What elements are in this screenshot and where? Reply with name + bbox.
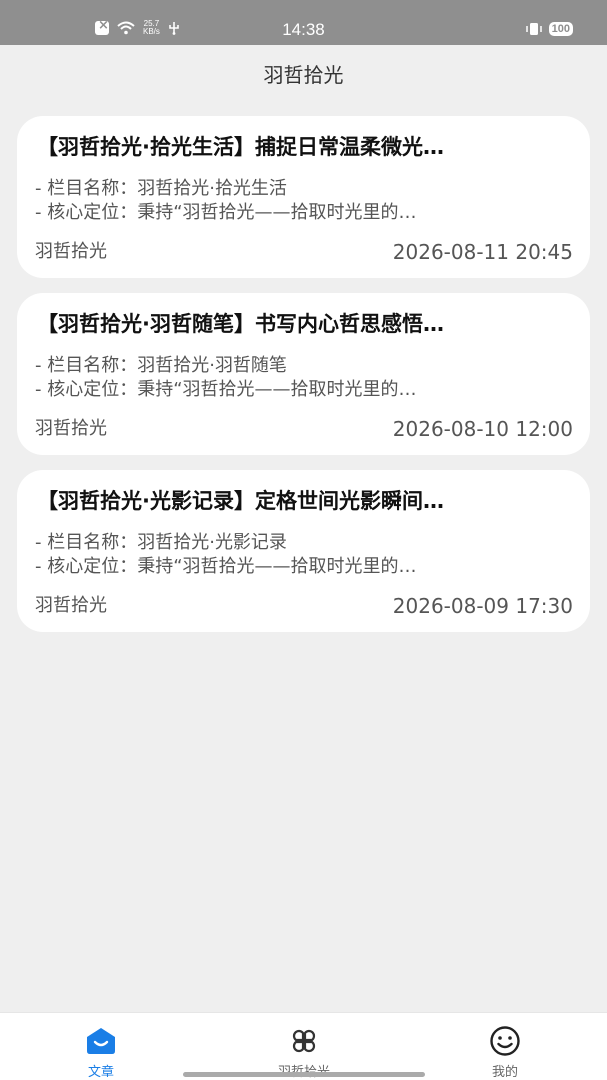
article-core-position: - 核心定位：秉持“羽哲拾光——拾取时光里的…: [35, 202, 417, 223]
smiley-profile-icon: [490, 1026, 520, 1056]
app-screen: 25.7 KB/s 14:38 100 羽哲拾光 【羽哲拾光·拾光生活】捕捉日常…: [0, 0, 607, 1080]
status-bar-right: 100: [525, 22, 573, 36]
article-date: 2026-08-10 12:00: [392, 417, 573, 441]
nav-item-mine[interactable]: 我的: [445, 1025, 565, 1080]
article-date: 2026-08-09 17:30: [392, 594, 573, 618]
nav-item-label: 羽哲拾光: [244, 1061, 364, 1080]
article-column-name: - 栏目名称：羽哲拾光·拾光生活: [35, 178, 287, 199]
article-date: 2026-08-11 20:45: [392, 240, 573, 264]
article-title: 【羽哲拾光·羽哲随笔】书写内心哲思感悟…: [37, 312, 444, 336]
article-title: 【羽哲拾光·光影记录】定格世间光影瞬间…: [37, 489, 444, 513]
page-title: 羽哲拾光: [263, 63, 344, 87]
battery-level: 100: [548, 22, 573, 36]
article-core-position: - 核心定位：秉持“羽哲拾光——拾取时光里的…: [35, 379, 417, 400]
article-author: 羽哲拾光: [35, 241, 107, 262]
article-home-icon: [87, 1028, 115, 1054]
article-title: 【羽哲拾光·拾光生活】捕捉日常温柔微光…: [37, 135, 444, 159]
bottom-nav: 文章 羽哲拾光 我的: [0, 1012, 607, 1080]
article-author: 羽哲拾光: [35, 418, 107, 439]
article-card[interactable]: 【羽哲拾光·羽哲随笔】书写内心哲思感悟… - 栏目名称：羽哲拾光·羽哲随笔 - …: [17, 293, 590, 455]
home-indicator[interactable]: [183, 1072, 425, 1077]
article-core-position: - 核心定位：秉持“羽哲拾光——拾取时光里的…: [35, 556, 417, 577]
article-card[interactable]: 【羽哲拾光·光影记录】定格世间光影瞬间… - 栏目名称：羽哲拾光·光影记录 - …: [17, 470, 590, 632]
vibrate-icon: [525, 23, 542, 35]
article-card[interactable]: 【羽哲拾光·拾光生活】捕捉日常温柔微光… - 栏目名称：羽哲拾光·拾光生活 - …: [17, 116, 590, 278]
status-bar: 25.7 KB/s 14:38 100: [0, 0, 607, 45]
article-author: 羽哲拾光: [35, 595, 107, 616]
nav-item-label: 文章: [87, 1065, 114, 1080]
nav-item-articles[interactable]: 文章: [41, 1025, 161, 1080]
nav-item-label: 我的: [491, 1065, 518, 1080]
four-petal-grid-icon: [292, 1029, 316, 1053]
status-time: 14:38: [282, 20, 325, 39]
article-column-name: - 栏目名称：羽哲拾光·光影记录: [35, 532, 287, 553]
article-column-name: - 栏目名称：羽哲拾光·羽哲随笔: [35, 355, 287, 376]
